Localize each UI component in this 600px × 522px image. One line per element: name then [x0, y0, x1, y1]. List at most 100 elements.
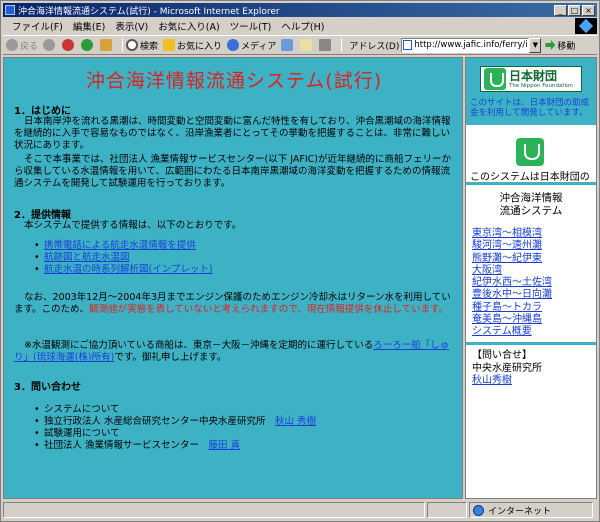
sidebar-divider [466, 342, 596, 345]
menu-edit[interactable]: 編集(E) [68, 19, 110, 33]
menu-tools[interactable]: ツール(T) [225, 19, 277, 33]
sidebar-divider [466, 182, 596, 185]
address-label: アドレス(D) [349, 41, 400, 52]
contact-line: 独立行政法人 水産総合研究センター中央水産研究所 秋山 秀樹 [34, 416, 316, 428]
page-icon [403, 40, 413, 50]
nav-link-amami-okinawa[interactable]: 奄美島～沖縄島 [472, 314, 552, 326]
status-message [3, 502, 425, 518]
status-cell-blank [427, 502, 467, 518]
address-value: http://www.jafic.info/ferry/inde [414, 40, 528, 50]
sponsor-caption: このシステムは日本財団の [470, 172, 590, 183]
history-button[interactable] [281, 39, 295, 51]
nippon-foundation-logo[interactable]: 日本財団 The Nippon Foundation [480, 66, 582, 92]
contact-link-fujita[interactable]: 藤田 真 [209, 440, 241, 451]
nav-link-kii-tosa[interactable]: 紀伊水西～土佐湾 [472, 277, 552, 289]
ie-app-icon [5, 5, 15, 15]
suspension-notice: 観測値が実態を表していないと考えられますので、現在情報提供を休止しています。 [89, 304, 449, 315]
address-dropdown-button[interactable]: ▼ [529, 37, 542, 53]
menu-view[interactable]: 表示(V) [110, 19, 153, 33]
nav-link-bungo-hyuga[interactable]: 豊後水中～日向灘 [472, 289, 552, 301]
contact-link-akiyama[interactable]: 秋山 秀樹 [275, 416, 316, 427]
menu-file[interactable]: ファイル(F) [7, 19, 68, 33]
nav-link-kumano-kii[interactable]: 熊野灘～紀伊東 [472, 253, 552, 265]
nav-link-osaka[interactable]: 大阪湾 [472, 265, 552, 277]
sidebar: 日本財団 The Nippon Foundation このサイトは、日本財団の助… [465, 57, 597, 499]
thanks-note: ※水温観測にご協力頂いている商船は、東京－大阪－沖縄を定期的に運行しているろーろ… [14, 340, 450, 363]
forward-button[interactable] [43, 39, 57, 51]
media-icon [227, 39, 240, 51]
go-button[interactable]: 移動 [545, 39, 575, 52]
favorites-button[interactable]: お気に入り [163, 39, 222, 52]
search-icon [126, 39, 139, 51]
intro-paragraph-1: 日本南岸沖を流れる黒潮は、時間変動と空間変動に富んだ特性を有しており、沖合黒潮域… [14, 116, 451, 151]
close-button[interactable]: × [582, 4, 595, 16]
intro-paragraph-2: そこで本事業では、社団法人 漁業情報サービスセンター(以下 JAFIC)が近年継… [14, 154, 451, 189]
status-bar: インターネット [3, 501, 597, 519]
ie-logo-icon [575, 18, 597, 34]
toolbar: 戻る 検索 お気に入り メディア アドレス(D) http://www.jafi… [3, 35, 597, 55]
home-button[interactable] [100, 39, 114, 51]
maximize-button[interactable]: □ [568, 4, 581, 16]
logo-text-jp: 日本財団 [509, 68, 558, 83]
search-button[interactable]: 検索 [126, 39, 158, 52]
section-heading-info: 2．提供情報 [14, 210, 71, 221]
sponsor-note: このサイトは、日本財団の助成金を利用して開発しています。 [470, 98, 590, 118]
contact-list: システムについて 独立行政法人 水産総合研究センター中央水産研究所 秋山 秀樹 … [34, 404, 316, 452]
forward-arrow-icon [43, 39, 56, 51]
status-zone: インターネット [469, 502, 593, 518]
refresh-icon [81, 39, 94, 51]
system-title: 沖合海洋情報 流通システム [499, 192, 563, 217]
minimize-button[interactable]: _ [554, 4, 567, 16]
section-heading-intro: 1．はじめに [14, 106, 71, 117]
refresh-button[interactable] [81, 39, 95, 51]
print-icon [319, 39, 332, 51]
list-item: 航跡図と航走水温図 [34, 252, 213, 264]
title-bar: 沖合海洋情報流通システム(試行) - Microsoft Internet Ex… [3, 3, 597, 17]
list-item: 試験運用について [34, 428, 316, 440]
info-link-timeseries[interactable]: 航走水温の時系列解析図(インプレット) [44, 264, 213, 275]
nav-link-system-overview[interactable]: システム概要 [472, 326, 552, 338]
logo-text-en: The Nippon Foundation [509, 82, 573, 89]
info-link-list: 携帯電話による航走水温情報を提供 航跡図と航走水温図 航走水温の時系列解析図(イ… [34, 240, 213, 276]
page-title: 沖合海洋情報流通システム(試行) [85, 70, 383, 92]
main-content: 沖合海洋情報流通システム(試行) 1．はじめに 日本南岸沖を流れる黒潮は、時間変… [3, 57, 463, 499]
history-icon [281, 39, 294, 51]
section-heading-contact: 3．問い合わせ [14, 382, 81, 393]
sidebar-contact: 【問い合せ】 中央水産研究所 秋山秀樹 [472, 350, 542, 386]
toolbar-separator [341, 38, 343, 52]
sidebar-divider [466, 122, 596, 125]
mail-button[interactable] [300, 39, 314, 51]
home-icon [100, 39, 113, 51]
browser-window: 沖合海洋情報流通システム(試行) - Microsoft Internet Ex… [0, 0, 600, 522]
stop-icon [62, 39, 75, 51]
info-link-track-map[interactable]: 航跡図と航走水温図 [44, 252, 130, 263]
nav-link-suruga-enshu[interactable]: 駿河湾～遠州灘 [472, 240, 552, 252]
list-item: 航走水温の時系列解析図(インプレット) [34, 264, 213, 276]
info-note: なお、2003年12月～2004年3月までエンジン保護のためエンジン冷却水はリタ… [14, 292, 451, 315]
address-input[interactable]: http://www.jafic.info/ferry/inde [401, 37, 530, 53]
back-arrow-icon [6, 39, 18, 51]
mail-icon [300, 39, 313, 51]
go-arrow-icon [545, 40, 556, 50]
toolbar-separator [122, 38, 124, 52]
nav-link-tanegashima-tokara[interactable]: 種子島～トカラ [472, 302, 552, 314]
media-button[interactable]: メディア [227, 39, 276, 52]
stop-button[interactable] [62, 39, 76, 51]
nippon-foundation-mark-icon [484, 68, 506, 90]
menu-favorites[interactable]: お気に入り(A) [153, 19, 224, 33]
nav-link-tokyo-sagami[interactable]: 東京湾～相模湾 [472, 228, 552, 240]
back-button[interactable]: 戻る [6, 39, 38, 52]
list-item: システムについて [34, 404, 316, 416]
region-nav: 東京湾～相模湾 駿河湾～遠州灘 熊野灘～紀伊東 大阪湾 紀伊水西～土佐湾 豊後水… [472, 228, 552, 339]
sidebar-contact-link[interactable]: 秋山秀樹 [472, 375, 512, 386]
info-link-mobile[interactable]: 携帯電話による航走水温情報を提供 [44, 240, 196, 251]
list-item: 携帯電話による航走水温情報を提供 [34, 240, 213, 252]
nippon-foundation-mark-icon [516, 138, 544, 166]
favorites-star-icon [163, 39, 176, 51]
menu-help[interactable]: ヘルプ(H) [276, 19, 329, 33]
info-intro: 本システムで提供する情報は、以下のとおりです。 [24, 220, 242, 231]
print-button[interactable] [319, 39, 333, 51]
sidebar-header: 日本財団 The Nippon Foundation このサイトは、日本財団の助… [466, 58, 596, 122]
window-title: 沖合海洋情報流通システム(試行) - Microsoft Internet Ex… [18, 6, 280, 17]
menu-bar: ファイル(F) 編集(E) 表示(V) お気に入り(A) ツール(T) ヘルプ(… [3, 18, 597, 34]
